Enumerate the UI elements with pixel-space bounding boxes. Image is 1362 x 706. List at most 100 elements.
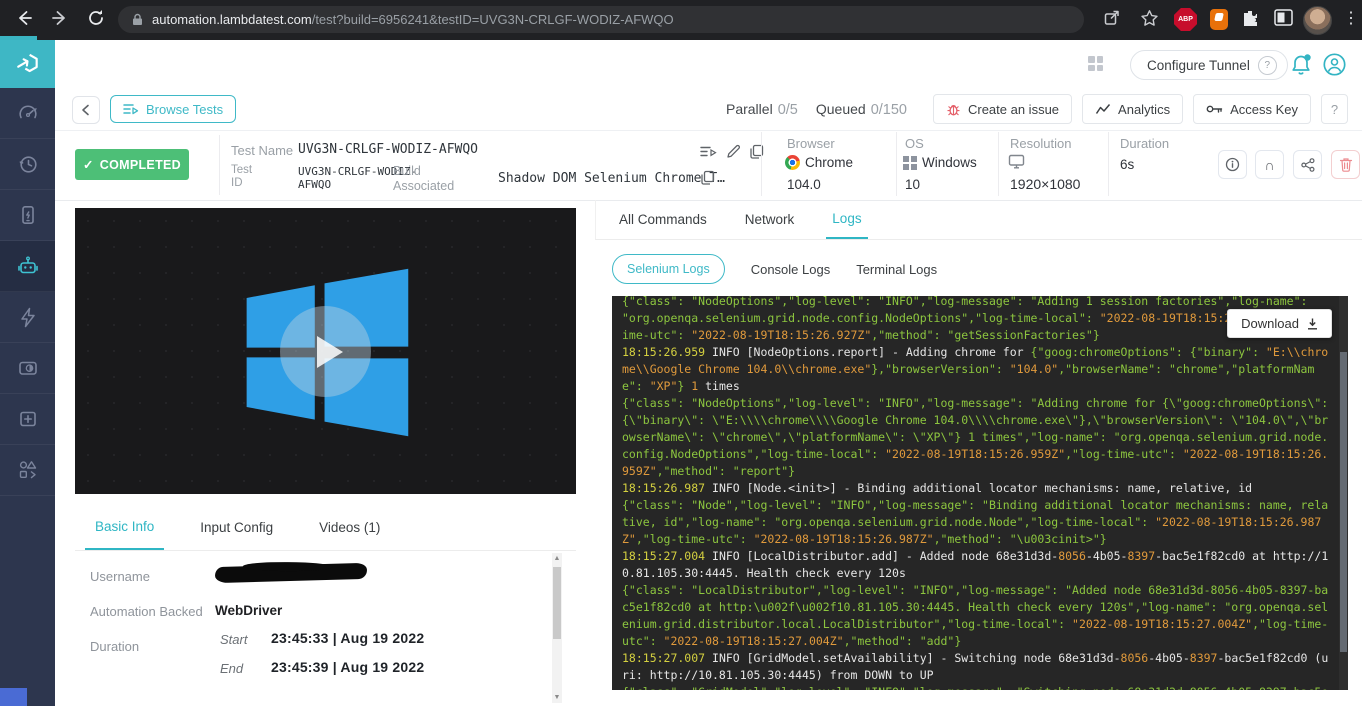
toolbar-help-button[interactable]: ? xyxy=(1321,94,1348,124)
tab-logs[interactable]: Logs xyxy=(826,200,867,239)
info-scrollbar[interactable]: ▲ ▼ xyxy=(552,553,562,703)
test-detail-content: Basic Info Input Config Videos (1) Usern… xyxy=(55,200,1362,706)
scroll-down-icon[interactable]: ▼ xyxy=(552,692,562,703)
scroll-up-icon[interactable]: ▲ xyxy=(552,553,562,564)
tab-all-commands[interactable]: All Commands xyxy=(613,200,713,239)
tab-terminal-logs[interactable]: Terminal Logs xyxy=(856,262,937,277)
divider xyxy=(998,132,999,196)
bookmark-star-icon[interactable] xyxy=(1140,9,1160,29)
divider xyxy=(219,135,220,195)
tab-input-config[interactable]: Input Config xyxy=(190,505,283,550)
tab-network[interactable]: Network xyxy=(739,200,801,239)
os-value: Windows xyxy=(903,155,977,170)
share-page-icon[interactable] xyxy=(1103,9,1123,29)
info-button[interactable] xyxy=(1218,150,1247,179)
adblock-extension-icon[interactable]: ABP xyxy=(1174,8,1197,31)
shapes-icon xyxy=(17,459,39,481)
sidebar-item-home[interactable] xyxy=(0,40,55,88)
tab-console-logs[interactable]: Console Logs xyxy=(751,262,831,277)
plus-square-icon xyxy=(17,408,39,430)
notifications-bell-icon[interactable] xyxy=(1288,52,1314,78)
end-label: End xyxy=(220,661,243,676)
extensions-puzzle-icon[interactable] xyxy=(1240,8,1260,28)
side-panel-icon[interactable] xyxy=(1274,9,1294,29)
scrollbar-thumb[interactable] xyxy=(553,567,561,639)
clock-history-icon xyxy=(17,153,39,175)
app-header: Configure Tunnel ? xyxy=(55,40,1362,88)
arc-button[interactable]: ∩ xyxy=(1255,150,1284,179)
sidebar-item-dashboard[interactable] xyxy=(0,88,55,139)
test-name-value: UVG3N-CRLGF-WODIZ-AFWQO xyxy=(298,142,478,157)
sidebar-item-app-testing[interactable] xyxy=(0,190,55,241)
detail-tabs: Basic Info Input Config Videos (1) xyxy=(75,505,576,551)
delete-test-button[interactable] xyxy=(1331,150,1360,179)
copy-build-icon[interactable] xyxy=(700,170,718,188)
divider xyxy=(896,132,897,196)
tab-basic-info[interactable]: Basic Info xyxy=(85,505,164,550)
copy-test-name-icon[interactable] xyxy=(749,144,767,162)
os-label: OS xyxy=(905,136,924,151)
test-toolbar: Browse Tests Parallel0/5 Queued0/150 Cre… xyxy=(55,88,1362,131)
lambdatest-logo-icon xyxy=(15,51,41,77)
sidebar-item-hyperexecute[interactable] xyxy=(0,292,55,343)
selenium-log-viewer[interactable]: {"class": "NodeOptions","log-level": "IN… xyxy=(612,296,1348,690)
account-icon[interactable] xyxy=(1322,52,1347,77)
app-sidebar xyxy=(0,40,55,706)
browse-tests-button[interactable]: Browse Tests xyxy=(110,95,236,123)
play-button[interactable] xyxy=(280,306,371,397)
analytics-button[interactable]: Analytics xyxy=(1082,94,1183,124)
sidebar-item-more-tools[interactable] xyxy=(0,445,55,496)
configure-tunnel-button[interactable]: Configure Tunnel ? xyxy=(1130,50,1288,80)
end-value: 23:45:39 | Aug 19 2022 xyxy=(271,659,424,675)
log-scrollbar-thumb[interactable] xyxy=(1340,352,1347,652)
access-key-button[interactable]: Access Key xyxy=(1193,94,1311,124)
edit-pencil-icon[interactable] xyxy=(726,144,744,162)
browser-menu-icon[interactable]: ⋮ xyxy=(1343,8,1359,30)
test-video-player[interactable] xyxy=(75,208,576,494)
sidebar-item-add-product[interactable] xyxy=(0,394,55,445)
browser-forward-icon[interactable] xyxy=(50,8,70,28)
duration-row-label: Duration xyxy=(90,639,139,654)
browser-back-icon[interactable] xyxy=(14,8,34,28)
tunnel-help-icon[interactable]: ? xyxy=(1258,56,1277,75)
browse-tests-icon xyxy=(123,102,139,116)
windows-icon xyxy=(903,156,917,170)
browser-chrome-bar: automation.lambdatest.com/test?build=695… xyxy=(0,0,1362,40)
extension-icon-orange[interactable] xyxy=(1210,9,1228,30)
chrome-icon xyxy=(785,155,800,170)
download-logs-button[interactable]: Download xyxy=(1227,309,1332,338)
browser-reload-icon[interactable] xyxy=(86,8,106,28)
share-test-button[interactable] xyxy=(1293,150,1322,179)
log-scrollbar[interactable] xyxy=(1339,296,1348,690)
apps-grid-icon[interactable] xyxy=(1088,56,1103,71)
build-value: Shadow DOM Selenium Chrome T… xyxy=(498,171,725,186)
queued-counter: Queued0/150 xyxy=(816,101,907,118)
test-list-icon[interactable] xyxy=(700,144,718,162)
main-area: Configure Tunnel ? Browse Tests Parallel… xyxy=(55,40,1362,706)
automation-backed-value: WebDriver xyxy=(215,603,282,618)
back-button[interactable] xyxy=(72,96,100,124)
sidebar-item-automation[interactable] xyxy=(0,241,55,292)
robot-icon xyxy=(16,254,40,278)
duration-value: 6s xyxy=(1120,157,1134,172)
lock-icon xyxy=(132,13,143,26)
username-label: Username xyxy=(90,569,150,584)
sidebar-item-lt-browser[interactable] xyxy=(0,343,55,394)
automation-backed-label: Automation Backed xyxy=(90,604,203,619)
sidebar-item-realtime[interactable] xyxy=(0,139,55,190)
tab-selenium-logs[interactable]: Selenium Logs xyxy=(612,254,725,284)
username-redacted-value xyxy=(215,563,367,583)
bottom-left-widget[interactable] xyxy=(0,688,27,706)
parallel-counter: Parallel0/5 xyxy=(726,101,798,118)
url-domain: automation.lambdatest.com xyxy=(152,12,312,27)
basic-info-panel: Username Automation Backed WebDriver Dur… xyxy=(75,551,576,706)
test-id-label: TestID xyxy=(231,164,252,190)
resolution-label: Resolution xyxy=(1010,136,1071,151)
address-bar[interactable]: automation.lambdatest.com/test?build=695… xyxy=(118,6,1084,33)
key-icon xyxy=(1206,104,1223,114)
play-icon xyxy=(317,336,343,368)
create-issue-button[interactable]: Create an issue xyxy=(933,94,1072,124)
test-summary-bar: ✓ COMPLETED Test Name UVG3N-CRLGF-WODIZ-… xyxy=(55,130,1362,201)
browser-profile-avatar[interactable] xyxy=(1303,6,1332,35)
tab-videos[interactable]: Videos (1) xyxy=(309,505,390,550)
